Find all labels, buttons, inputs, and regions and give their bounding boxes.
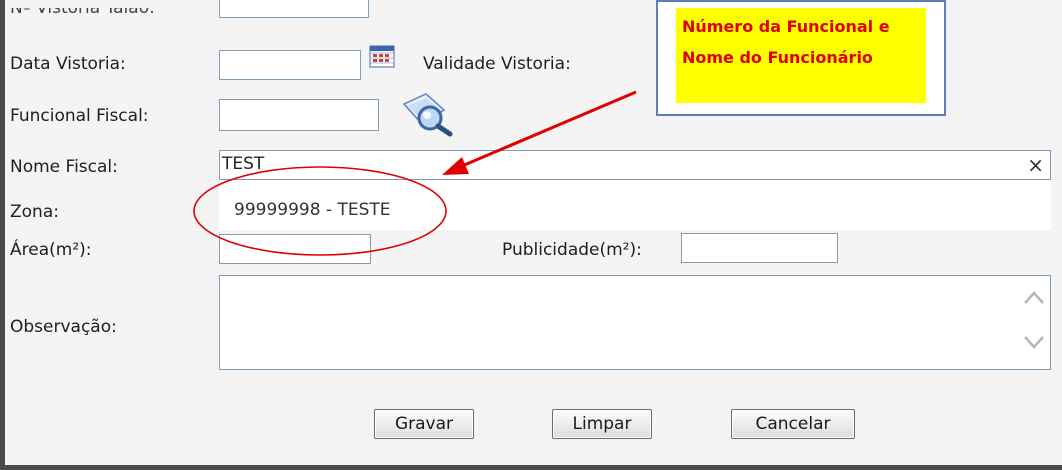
data-vistoria-label: Data Vistoria: — [10, 54, 126, 74]
annotation-line-1: Número da Funcional e — [682, 17, 890, 36]
observacao-label: Observação: — [10, 317, 117, 337]
funcional-fiscal-label: Funcional Fiscal: — [10, 106, 149, 126]
annotation-callout: Número da Funcional e Nome do Funcionári… — [656, 0, 946, 116]
vistoria-talao-label: Nº Vistoria Talao: — [10, 0, 155, 18]
nome-fiscal-input[interactable]: TEST × — [219, 150, 1051, 180]
publicidade-input[interactable] — [681, 233, 838, 263]
zona-label: Zona: — [10, 202, 59, 222]
magnifier-search-icon[interactable] — [398, 90, 456, 138]
funcional-fiscal-input[interactable] — [219, 99, 379, 131]
area-label: Área(m²): — [10, 240, 92, 260]
nome-fiscal-label: Nome Fiscal: — [10, 157, 118, 177]
chevron-up-icon[interactable] — [1022, 288, 1046, 313]
publicidade-label: Publicidade(m²): — [502, 240, 642, 260]
close-icon[interactable]: × — [1027, 153, 1044, 177]
chevron-down-icon[interactable] — [1022, 332, 1046, 357]
annotation-line-2: Nome do Funcionário — [682, 48, 873, 67]
observacao-textarea[interactable] — [219, 275, 1051, 370]
area-input[interactable] — [219, 234, 371, 264]
nome-fiscal-value: TEST — [222, 154, 265, 174]
data-vistoria-input[interactable] — [219, 50, 361, 80]
limpar-button[interactable]: Limpar — [552, 409, 652, 439]
annotation-highlight: Número da Funcional e Nome do Funcionári… — [676, 8, 926, 103]
cancelar-button[interactable]: Cancelar — [731, 409, 855, 439]
zona-suggestion-item[interactable]: 99999998 - TESTE — [234, 200, 391, 220]
calendar-icon[interactable] — [369, 44, 395, 68]
validade-vistoria-label: Validade Vistoria: — [423, 54, 571, 74]
vistoria-talao-input[interactable] — [219, 0, 369, 18]
gravar-button[interactable]: Gravar — [374, 409, 474, 439]
